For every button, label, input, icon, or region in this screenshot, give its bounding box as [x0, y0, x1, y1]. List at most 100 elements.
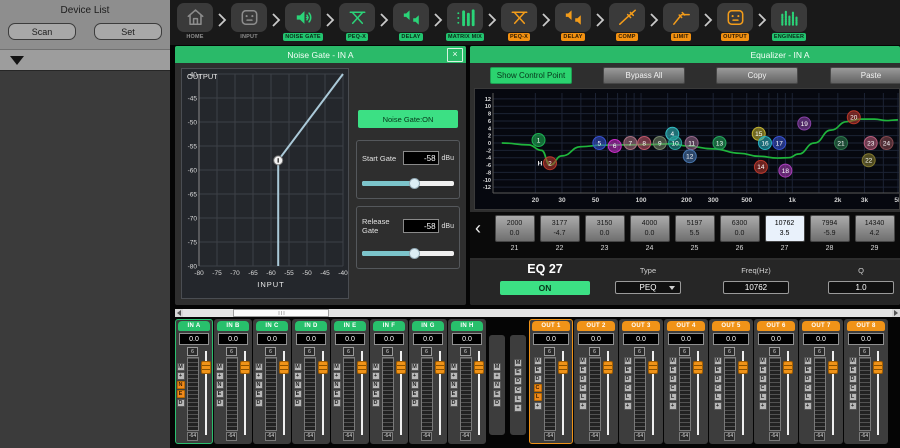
- channel-strip-out-7[interactable]: OUT 70.0MEDCL+6-64: [799, 319, 843, 444]
- channel-button-m[interactable]: M: [514, 359, 522, 367]
- channel-button-n[interactable]: N: [493, 381, 501, 389]
- channel-button-l[interactable]: L: [534, 393, 542, 401]
- fader-thumb[interactable]: [474, 361, 484, 374]
- channel-button-m[interactable]: M: [624, 357, 632, 365]
- eq-curve-graph[interactable]: 121086420-2-4-6-8-10-1220305010020030050…: [474, 88, 900, 210]
- channel-button-+[interactable]: +: [333, 372, 341, 380]
- eq-control-point-13[interactable]: 13: [713, 137, 726, 150]
- channel-button-m[interactable]: M: [669, 357, 677, 365]
- channel-button-e[interactable]: E: [177, 390, 185, 398]
- channel-button-m[interactable]: M: [177, 363, 185, 371]
- show-control-point-button[interactable]: Show Control Point: [490, 67, 572, 84]
- channel-strip-out-3[interactable]: OUT 30.0MEDCL+6-64: [619, 319, 663, 444]
- channel-button-e[interactable]: E: [849, 366, 857, 374]
- channel-gain-value[interactable]: 0.0: [179, 333, 209, 345]
- start-gate-slider-thumb[interactable]: [409, 178, 420, 189]
- fader-thumb[interactable]: [357, 361, 367, 374]
- channel-button-e[interactable]: E: [333, 390, 341, 398]
- fader-thumb[interactable]: [318, 361, 328, 374]
- channel-button-c[interactable]: C: [579, 384, 587, 392]
- device-list-dropdown[interactable]: [0, 49, 170, 71]
- channel-button-n[interactable]: N: [450, 381, 458, 389]
- fader-thumb[interactable]: [648, 361, 658, 374]
- channel-button-d[interactable]: D: [450, 399, 458, 407]
- channel-button-n[interactable]: N: [294, 381, 302, 389]
- channel-strip-in-d[interactable]: IN D0.0M+NED6-64: [292, 319, 330, 444]
- eq-band-27[interactable]: 107623.527: [762, 215, 807, 252]
- channel-strip-in-f[interactable]: IN F0.0M+NED6-64: [370, 319, 408, 444]
- channel-button-d[interactable]: D: [759, 375, 767, 383]
- eq-band-25[interactable]: 51975.525: [672, 215, 717, 252]
- channel-gain-value[interactable]: 0.0: [257, 333, 287, 345]
- channel-button-d[interactable]: D: [714, 375, 722, 383]
- channel-button-e[interactable]: E: [255, 390, 263, 398]
- channel-button-m[interactable]: M: [804, 357, 812, 365]
- copy-button[interactable]: Copy: [716, 67, 798, 84]
- channel-button-n[interactable]: N: [177, 381, 185, 389]
- fader-thumb[interactable]: [201, 361, 211, 374]
- channel-gain-value[interactable]: 0.0: [452, 333, 482, 345]
- channel-button-l[interactable]: L: [579, 393, 587, 401]
- channel-button-e[interactable]: E: [450, 390, 458, 398]
- fader-thumb[interactable]: [828, 361, 838, 374]
- band-cell[interactable]: 7994-5.9: [810, 215, 850, 242]
- channel-button-+[interactable]: +: [372, 372, 380, 380]
- channel-button-d[interactable]: D: [411, 399, 419, 407]
- eq-control-point-19[interactable]: 19: [798, 117, 811, 130]
- channel-button-d[interactable]: D: [255, 399, 263, 407]
- eq-on-button[interactable]: ON: [500, 281, 590, 295]
- eq-control-point-9[interactable]: 9: [653, 137, 666, 150]
- channel-button-+[interactable]: +: [534, 402, 542, 410]
- noise-gate-on-button[interactable]: Noise Gate:ON: [358, 110, 458, 128]
- channel-strip-in-b[interactable]: IN B0.0M+NED6-64: [214, 319, 252, 444]
- channel-button-e[interactable]: E: [514, 368, 522, 376]
- fader-thumb[interactable]: [873, 361, 883, 374]
- nav-item-delay-in[interactable]: DELAY: [390, 0, 432, 41]
- nav-item-peq-x-in[interactable]: PEQ-X: [336, 0, 378, 41]
- channel-button-m[interactable]: M: [333, 363, 341, 371]
- channel-button-c[interactable]: C: [624, 384, 632, 392]
- channel-button-d[interactable]: D: [579, 375, 587, 383]
- channel-gain-value[interactable]: 0.0: [296, 333, 326, 345]
- channel-button-+[interactable]: +: [804, 402, 812, 410]
- channel-button-l[interactable]: L: [714, 393, 722, 401]
- channel-button-n[interactable]: N: [333, 381, 341, 389]
- channel-button-e[interactable]: E: [714, 366, 722, 374]
- channel-strip-out-6[interactable]: OUT 60.0MEDCL+6-64: [754, 319, 798, 444]
- channel-button-m[interactable]: M: [294, 363, 302, 371]
- eq-band-22[interactable]: 3177-4.722: [537, 215, 582, 252]
- channel-gain-value[interactable]: 0.0: [848, 333, 884, 345]
- eq-band-23[interactable]: 31500.023: [582, 215, 627, 252]
- channel-button-m[interactable]: M: [849, 357, 857, 365]
- fader-thumb[interactable]: [693, 361, 703, 374]
- nav-item-peq-x-out[interactable]: PEQ-X: [498, 0, 540, 41]
- channel-fader[interactable]: [558, 347, 569, 439]
- eq-control-point-7[interactable]: 7: [624, 137, 637, 150]
- eq-control-point-1[interactable]: 1: [532, 134, 545, 147]
- channel-gain-value[interactable]: 0.0: [758, 333, 794, 345]
- channel-fader[interactable]: [357, 347, 368, 439]
- channel-button-+[interactable]: +: [759, 402, 767, 410]
- channel-fader[interactable]: [873, 347, 884, 439]
- channel-button-l[interactable]: L: [669, 393, 677, 401]
- set-button[interactable]: Set: [94, 23, 162, 40]
- channel-fader[interactable]: [828, 347, 839, 439]
- freq-field[interactable]: 10762: [723, 281, 789, 294]
- channel-button-+[interactable]: +: [493, 372, 501, 380]
- channel-button-d[interactable]: D: [849, 375, 857, 383]
- channel-button-l[interactable]: L: [624, 393, 632, 401]
- channel-button-e[interactable]: E: [624, 366, 632, 374]
- channel-fader[interactable]: [201, 347, 212, 439]
- collapsed-strip-1[interactable]: M+NED: [489, 335, 505, 435]
- channel-button-e[interactable]: E: [534, 366, 542, 374]
- eq-control-point-18[interactable]: 18: [779, 164, 792, 177]
- channel-button-+[interactable]: +: [514, 404, 522, 412]
- paste-button[interactable]: Paste: [830, 67, 900, 84]
- nav-item-input[interactable]: INPUT: [228, 0, 270, 41]
- channel-button-+[interactable]: +: [294, 372, 302, 380]
- fader-thumb[interactable]: [783, 361, 793, 374]
- channel-strip-in-e[interactable]: IN E0.0M+NED6-64: [331, 319, 369, 444]
- eq-control-point-22[interactable]: 22: [862, 154, 875, 167]
- channel-gain-value[interactable]: 0.0: [668, 333, 704, 345]
- eq-control-point-11[interactable]: 11: [685, 137, 698, 150]
